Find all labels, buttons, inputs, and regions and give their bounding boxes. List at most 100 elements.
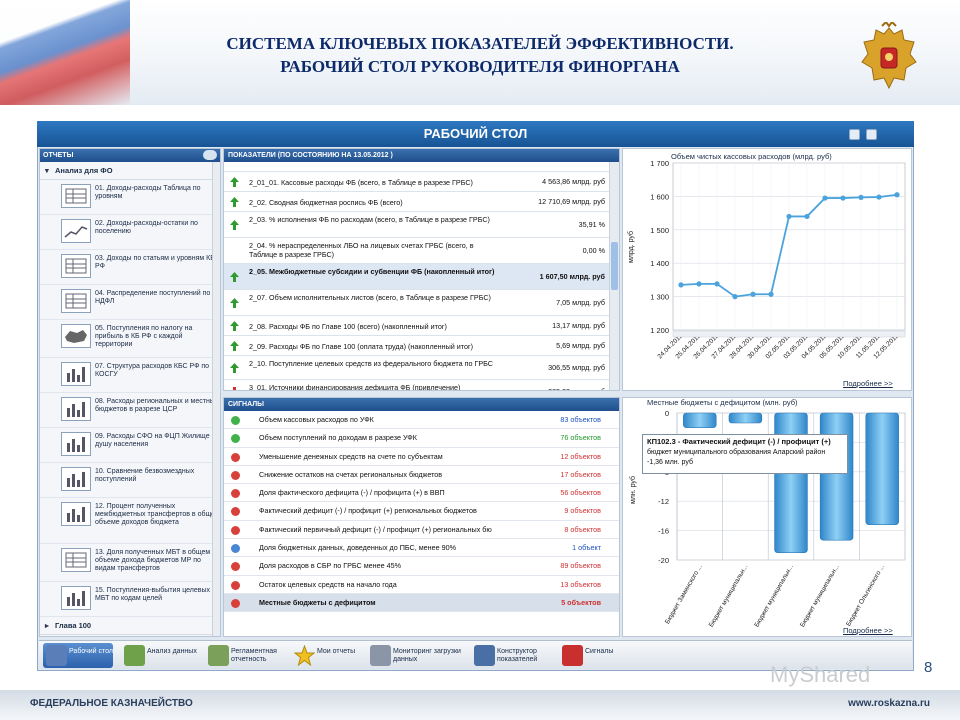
data-point[interactable]: [858, 194, 864, 201]
bar[interactable]: [728, 412, 763, 424]
data-point[interactable]: [696, 281, 702, 287]
signal-row[interactable]: Остаток целевых средств на начало года 13…: [224, 576, 619, 594]
signal-row[interactable]: Доля бюджетных данных, доведенных до ПБС…: [224, 539, 619, 558]
signal-row[interactable]: Фактический дефицит (-) / профицит (+) р…: [224, 502, 619, 521]
report-item[interactable]: 02. Доходы-расходы-остатки по поселению: [40, 215, 220, 250]
signal-count[interactable]: 17 объектов: [560, 466, 601, 484]
data-point[interactable]: [840, 195, 846, 201]
y-axis-label: млн. руб: [629, 476, 637, 504]
signal-count[interactable]: 56 объектов: [560, 484, 601, 502]
signal-row[interactable]: Объем кассовых расходов по УФК 83 объекто…: [224, 411, 619, 430]
chart1-plot: 1 2001 3001 4001 5001 6001 700млрд. руб2…: [627, 159, 906, 360]
signal-row[interactable]: Доля фактического дефицита (-) / профици…: [224, 484, 619, 503]
reports-scrollbar[interactable]: [212, 162, 220, 636]
bar-chart-icon: [61, 467, 91, 491]
signal-name: Объем поступлений по доходам в разрезе У…: [259, 433, 417, 443]
report-item[interactable]: 09. Расходы СФО на ФЦП Жилище на душу на…: [40, 428, 220, 463]
report-item[interactable]: 13. Доля полученных МБТ в общем объеме д…: [40, 544, 220, 582]
data-point[interactable]: [876, 194, 882, 200]
print-icon[interactable]: [849, 129, 860, 140]
report-item[interactable]: 10. Сравнение безвозмездных поступлений: [40, 463, 220, 498]
signal-row[interactable]: Фактический первичный дефицит (-) / проф…: [224, 521, 619, 540]
arrow-up-icon: [230, 196, 239, 207]
signal-count[interactable]: 89 объектов: [560, 557, 601, 575]
data-point[interactable]: [822, 195, 828, 201]
signal-name: Местные бюджеты с дефицитом: [259, 597, 376, 607]
indicator-row[interactable]: 2_05. Межбюджетные субсидии и субвенции …: [224, 264, 619, 290]
signal-row[interactable]: Доля расходов в СБР по ГРБС менее 45% 89 …: [224, 557, 619, 576]
title-line-2: РАБОЧИЙ СТОЛ РУКОВОДИТЕЛЯ ФИНОРГАНА: [280, 57, 680, 76]
tree-group-open[interactable]: ▾ Анализ для ФО: [40, 162, 220, 180]
toolbar-button[interactable]: Мониторинг загрузки данных: [367, 643, 465, 668]
indicator-row[interactable]: 3_01. Источники финансирования дефицита …: [224, 380, 619, 390]
indicator-row[interactable]: 2_09. Расходы ФБ по Главе 100 (оплата тр…: [224, 336, 619, 356]
signal-count[interactable]: 8 объектов: [564, 521, 601, 539]
data-point[interactable]: [750, 291, 756, 297]
scroll-thumb[interactable]: [611, 242, 618, 290]
indicator-name: 2_08. Расходы ФБ по Главе 100 (всего) (н…: [249, 322, 447, 331]
signal-name: Уменьшение денежных средств на счете по …: [259, 451, 443, 461]
tree-group[interactable]: ▸ Глава 100: [40, 617, 220, 635]
report-item-label: 08. Расходы региональных и местных бюдже…: [95, 398, 219, 413]
signal-count[interactable]: 1 объект: [572, 539, 601, 557]
toolbar-button[interactable]: Рабочий стол: [43, 643, 113, 668]
report-item[interactable]: 03. Доходы по статьям и уровням КБС РФ: [40, 250, 220, 285]
toolbar-button[interactable]: Анализ данных: [121, 643, 205, 668]
data-point[interactable]: [804, 213, 810, 220]
reports-panel: ОТЧЕТЫ ▾ Анализ для ФО 01. Доходы-расходы…: [39, 148, 221, 637]
data-point[interactable]: [786, 213, 792, 220]
signal-count[interactable]: 9 объектов: [564, 502, 601, 520]
data-point[interactable]: [714, 281, 720, 287]
bar-chart-icon: [61, 586, 91, 610]
bar[interactable]: [865, 412, 899, 526]
indicator-row[interactable]: 2_01_01. Кассовые расходы ФБ (всего, в Т…: [224, 172, 619, 192]
data-point[interactable]: [732, 294, 738, 300]
report-item[interactable]: 05. Поступления по налогу на прибыль в К…: [40, 320, 220, 358]
report-item-label: 10. Сравнение безвозмездных поступлений: [95, 468, 195, 483]
chart-scrollbar[interactable]: [672, 330, 906, 338]
report-item-label: 13. Доля полученных МБТ в общем объеме д…: [95, 549, 211, 572]
indicator-name: 2_07. Объем исполнительных листов (всего…: [249, 293, 491, 302]
coat-of-arms-emblem: [861, 22, 917, 90]
signal-count[interactable]: 76 объектов: [560, 429, 601, 447]
report-item[interactable]: 07. Структура расходов КБС РФ по КОСГУ: [40, 358, 220, 393]
report-item[interactable]: 01. Доходы-расходы Таблица по уровням: [40, 180, 220, 215]
indicator-row[interactable]: 2_04. % нераспределенных ЛБО на лицевых …: [224, 238, 619, 264]
indicator-row[interactable]: 2_10. Поступление целевых средств из фед…: [224, 356, 619, 380]
add-icon[interactable]: [866, 129, 877, 140]
report-item[interactable]: 15. Поступления-выбытия целевых МБТ по к…: [40, 582, 220, 617]
signal-row[interactable]: Уменьшение денежных средств на счете по …: [224, 448, 619, 466]
toolbar-button[interactable]: Сигналы: [559, 643, 643, 668]
signal-row[interactable]: Объем поступлений по доходам в разрезе У…: [224, 429, 619, 448]
report-item[interactable]: 12. Процент полученных межбюджетных тран…: [40, 498, 220, 544]
indicator-row[interactable]: 2_08. Расходы ФБ по Главе 100 (всего) (н…: [224, 316, 619, 336]
signal-count[interactable]: 5 объектов: [561, 594, 601, 612]
signals-header: СИГНАЛЫ: [224, 398, 619, 411]
report-item[interactable]: 08. Расходы региональных и местных бюдже…: [40, 393, 220, 428]
signal-count[interactable]: 12 объектов: [560, 448, 601, 466]
signal-count[interactable]: 13 объектов: [560, 576, 601, 594]
watermark: MyShared: [770, 662, 871, 687]
data-point[interactable]: [678, 282, 684, 288]
bar[interactable]: [819, 412, 854, 541]
eye-icon[interactable]: [203, 150, 217, 160]
indicator-row[interactable]: 2_03. % исполнения ФБ по расходам (всего…: [224, 212, 619, 238]
signal-row[interactable]: Местные бюджеты с дефицитом 5 объектов: [224, 593, 619, 613]
report-item[interactable]: 04. Распределение поступлений по НДФЛ: [40, 285, 220, 320]
bar[interactable]: [683, 412, 717, 428]
data-point[interactable]: [894, 192, 900, 198]
tree-group[interactable]: ▸Глава 108: [40, 635, 220, 636]
toolbar-button[interactable]: Регламентная отчетность: [205, 643, 289, 668]
indicator-row[interactable]: 2_07. Объем исполнительных листов (всего…: [224, 290, 619, 316]
page-number: 8: [924, 659, 933, 676]
indicators-scrollbar[interactable]: [609, 162, 619, 390]
report-item-label: 15. Поступления-выбытия целевых МБТ по к…: [95, 587, 211, 602]
indicator-row[interactable]: 2_02. Сводная бюджетная роспись ФБ (всег…: [224, 192, 619, 212]
y-tick-label: 1 500: [650, 226, 669, 235]
toolbar-button[interactable]: Конструктор показателей: [471, 643, 555, 668]
signal-count[interactable]: 83 объектов: [560, 411, 601, 429]
data-point[interactable]: [768, 291, 774, 297]
signal-row[interactable]: Снижение остатков на счетах региональных…: [224, 466, 619, 485]
signal-name: Фактический первичный дефицит (-) / проф…: [259, 524, 492, 534]
toolbar-button[interactable]: Мои отчеты: [291, 643, 375, 668]
